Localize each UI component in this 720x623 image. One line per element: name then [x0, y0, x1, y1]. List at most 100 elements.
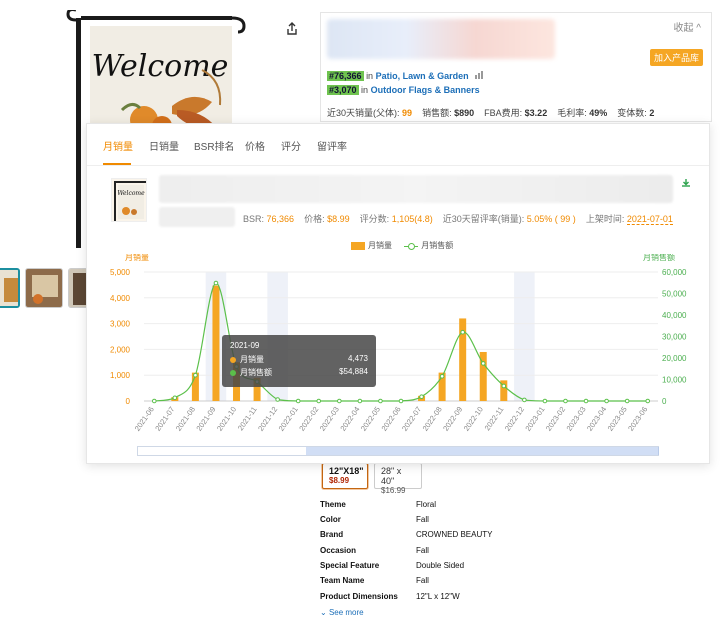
revenue-point: [316, 398, 322, 404]
legend-bar-swatch[interactable]: [351, 241, 365, 250]
x-tick-label: 2023-05: [606, 405, 629, 433]
revenue-point: [193, 372, 198, 378]
tooltip-row1-label: 月销量: [240, 355, 264, 364]
page-root: Welcome 收起 ^ 加入产品库 #76,366 in Patio, Law…: [0, 0, 720, 623]
rank-row-1: #76,366 in Patio, Lawn & Garden: [327, 71, 484, 81]
spec-value: Fall: [416, 515, 429, 524]
x-tick-label: 2021-12: [256, 405, 279, 433]
chevron-down-icon: ⌄: [320, 608, 327, 617]
rank-row-2: #3,070 in Outdoor Flags & Banners: [327, 85, 480, 95]
tooltip-title: 2021-09: [230, 341, 260, 350]
rank-category-link-2[interactable]: Outdoor Flags & Banners: [371, 85, 480, 95]
rank-in-2: in: [361, 85, 369, 95]
flag-text: Welcome: [92, 49, 229, 84]
popup-product-image[interactable]: Welcome: [111, 178, 147, 222]
legend-bar-label[interactable]: 月销量: [368, 241, 392, 250]
collapse-button[interactable]: 收起 ^: [674, 19, 701, 34]
revenue-point: [275, 397, 280, 402]
x-tick-label: 2021-10: [215, 405, 238, 433]
spec-value: Fall: [416, 546, 429, 555]
stat-fba-value: $3.22: [524, 108, 548, 118]
variant-1-size: 12"X18": [329, 466, 364, 476]
stat-revenue-label: 销售额:: [422, 108, 452, 118]
tab-bsr-rank[interactable]: BSR排名: [194, 138, 235, 153]
revenue-point: [583, 398, 589, 404]
meta-launch-label: 上架时间:: [585, 214, 625, 224]
spec-value: Floral: [416, 500, 437, 509]
meta-rating-value: 1,105(4.8): [391, 214, 433, 224]
revenue-point: [604, 398, 609, 404]
tab-rating[interactable]: 评分: [281, 138, 301, 153]
right-tick-label: 60,000: [662, 268, 687, 277]
left-tick-label: 3,000: [110, 320, 131, 329]
revenue-point: [213, 280, 219, 286]
x-tick-label: 2022-04: [338, 405, 361, 433]
variant-option-2[interactable]: 28" x 40" $16.99: [374, 463, 422, 495]
legend-line-label[interactable]: 月销售额: [421, 241, 453, 250]
download-icon[interactable]: [681, 178, 691, 191]
stat-parent-sales-label: 近30天销量(父体):: [327, 108, 400, 118]
right-tick-label: 30,000: [662, 333, 687, 342]
tab-monthly-sales[interactable]: 月销量: [103, 138, 133, 153]
right-tick-label: 40,000: [662, 311, 687, 320]
sales-chart[interactable]: 月销量 月销售额01,0002,0003,0004,0005,000010,000…: [87, 254, 711, 444]
blurred-title: [327, 19, 555, 59]
left-tick-label: 2,000: [110, 345, 131, 354]
spec-key: Special Feature: [320, 561, 380, 570]
revenue-point: [542, 398, 548, 404]
rank-category-link-1[interactable]: Patio, Lawn & Garden: [376, 71, 469, 81]
share-icon[interactable]: [281, 18, 303, 40]
variant-2-price: $16.99: [381, 486, 406, 495]
meta-review-value: 5.05% ( 99 ): [526, 214, 576, 224]
spec-key: Color: [320, 515, 341, 524]
legend-line-swatch[interactable]: [404, 242, 419, 250]
bar-chart-icon[interactable]: [475, 71, 484, 81]
stat-fba-label: FBA费用:: [484, 108, 523, 118]
spec-key: Theme: [320, 500, 346, 509]
variant-1-price: $8.99: [329, 476, 350, 485]
left-tick-label: 5,000: [110, 268, 131, 277]
revenue-point: [378, 398, 383, 404]
spec-key: Brand: [320, 530, 344, 539]
see-more-link[interactable]: ⌄ See more: [320, 608, 364, 617]
chart-tooltip: 2021-09 月销量 4,473 月销售额 $54,884: [222, 335, 376, 387]
chart-zoom-slider[interactable]: [137, 446, 659, 456]
add-to-library-button[interactable]: 加入产品库: [649, 49, 703, 66]
x-tick-label: 2021-07: [153, 405, 176, 433]
tab-price[interactable]: 价格: [245, 138, 265, 153]
left-tick-label: 1,000: [110, 371, 131, 380]
stat-variants-value: 2: [649, 108, 655, 118]
x-tick-label: 2023-03: [565, 405, 588, 433]
spec-key: Product Dimensions: [320, 592, 398, 601]
chart-tabs: 月销量 日销量 BSR排名 价格 评分 留评率: [87, 124, 709, 166]
chart-legend: 月销量 月销售额: [351, 240, 453, 251]
thumbnail-1[interactable]: [0, 268, 20, 308]
x-tick-label: 2021-06: [133, 405, 156, 433]
variant-option-1[interactable]: 12"X18" $8.99: [322, 463, 368, 489]
right-tick-label: 20,000: [662, 354, 687, 363]
spec-value: 12"L x 12"W: [416, 592, 460, 601]
sales-bar: [212, 285, 220, 401]
spec-value: CROWNED BEAUTY: [416, 530, 493, 539]
revenue-point: [419, 394, 424, 399]
tab-review-rate[interactable]: 留评率: [317, 138, 347, 153]
right-tick-label: 0: [662, 397, 667, 406]
tab-daily-sales[interactable]: 日销量: [149, 138, 179, 153]
tooltip-row1-value: 4,473: [347, 354, 368, 363]
active-tab-indicator: [103, 163, 131, 165]
variant-2-size: 28" x 40": [381, 466, 402, 486]
blurred-asin: [159, 207, 235, 227]
revenue-point: [439, 373, 445, 379]
x-tick-label: 2021-09: [194, 405, 217, 433]
revenue-point: [460, 329, 465, 335]
x-tick-label: 2022-06: [379, 405, 402, 433]
tooltip-bar-dot: [230, 356, 236, 363]
right-axis-label: 月销售额: [643, 254, 675, 262]
rank-in-1: in: [366, 71, 374, 81]
chart-zoom-selection[interactable]: [306, 447, 659, 455]
revenue-point: [172, 395, 178, 401]
popup-product-meta: BSR: 76,366 价格: $8.99 评分数: 1,105(4.8) 近3…: [243, 212, 673, 225]
thumbnail-2[interactable]: [25, 268, 63, 308]
revenue-point: [337, 398, 342, 404]
spec-row: Theme Floral: [320, 500, 540, 514]
